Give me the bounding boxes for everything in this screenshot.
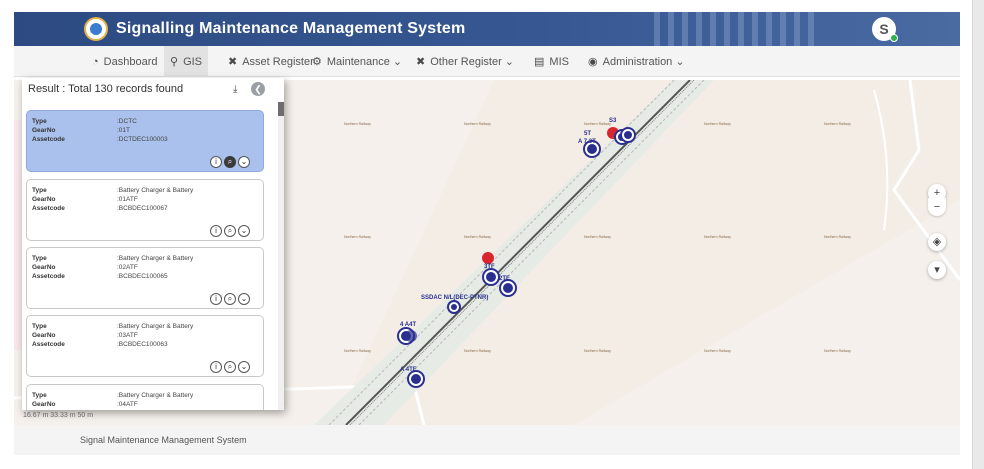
tools-icon: ✖	[416, 56, 426, 68]
zoom-out-button[interactable]: −	[928, 198, 946, 216]
region-label: Northern Railway	[344, 349, 371, 353]
app-footer: Signal Maintenance Management System	[14, 425, 960, 455]
region-label: Northern Railway	[344, 235, 371, 239]
zoom-to-icon[interactable]: ⌕	[224, 361, 236, 373]
admin-icon: ◉	[588, 56, 598, 68]
marker-label: 5T	[584, 131, 591, 137]
nav-maintenance[interactable]: ⚙ Maintenance ⌄	[306, 46, 408, 77]
region-label: Northern Railway	[704, 122, 731, 126]
marker-label: A 4TF	[400, 367, 417, 373]
nav-other-register[interactable]: ✖ Other Register ⌄	[410, 46, 520, 77]
page-scrollbar[interactable]	[972, 0, 984, 469]
region-label: Northern Railway	[464, 235, 491, 239]
marker-label: SSDAC N/L(DEC-PTNR)	[421, 295, 488, 301]
region-label: Northern Railway	[584, 349, 611, 353]
expand-icon[interactable]: ⌄	[238, 156, 250, 168]
expand-icon[interactable]: ⌄	[238, 361, 250, 373]
results-scrollbar[interactable]	[278, 102, 284, 410]
result-card[interactable]: Type:Battery Charger & Battery GearNo:03…	[26, 315, 264, 377]
nav-gis[interactable]: ⚲ GIS	[164, 46, 209, 77]
region-label: Northern Railway	[464, 122, 491, 126]
expand-icon[interactable]: ⌄	[238, 293, 250, 305]
info-icon[interactable]: i	[210, 293, 222, 305]
result-card[interactable]: Type:Battery Charger & Battery GearNo:02…	[26, 247, 264, 309]
asset-marker-a4tf[interactable]	[407, 370, 425, 388]
main-nav: ◔ Dashboard ⚲ GIS ✖ Asset Register ⚙ Mainten…	[14, 46, 960, 77]
filter-icon[interactable]: ▾	[928, 261, 946, 279]
railway-logo-icon	[84, 17, 108, 41]
footer-text: Signal Maintenance Management System	[80, 435, 247, 445]
result-card[interactable]: Type:Battery Charger & Battery GearNo:01…	[26, 179, 264, 241]
marker-label: 2TF	[499, 276, 510, 282]
dashboard-icon: ◔	[92, 55, 99, 68]
nav-mis[interactable]: ▤ MIS	[528, 46, 575, 77]
nav-administration[interactable]: ◉ Administration ⌄	[582, 46, 691, 77]
app-title: Signalling Maintenance Management System	[116, 20, 466, 37]
download-icon[interactable]: ⤓	[233, 84, 237, 95]
nav-dashboard[interactable]: ◔ Dashboard	[86, 46, 163, 77]
expand-icon[interactable]: ⌄	[238, 225, 250, 237]
marker-label: 4 A4T	[400, 322, 416, 328]
region-label: Northern Railway	[704, 349, 731, 353]
layers-icon[interactable]: ◈	[928, 233, 946, 251]
zoom-to-icon[interactable]: ⌕	[224, 156, 236, 168]
region-label: Northern Railway	[584, 235, 611, 239]
tools-icon: ✖	[228, 56, 238, 68]
region-label: Northern Railway	[464, 349, 491, 353]
region-label: Northern Railway	[824, 349, 851, 353]
region-label: Northern Railway	[344, 122, 371, 126]
marker-label: 3TF	[484, 264, 495, 270]
region-label: Northern Railway	[584, 122, 611, 126]
result-card[interactable]: Type:DCTC GearNo:01T Assetcode:DCTDEC100…	[26, 110, 264, 172]
header-banner-image	[654, 12, 814, 46]
zoom-to-icon[interactable]: ⌕	[224, 225, 236, 237]
marker-label: A 7 3T	[578, 139, 596, 145]
asset-marker-2tf[interactable]	[499, 279, 517, 297]
info-icon[interactable]: i	[210, 361, 222, 373]
region-label: Northern Railway	[824, 122, 851, 126]
app-header: Signalling Maintenance Management System…	[14, 12, 960, 46]
report-icon: ▤	[534, 56, 545, 68]
online-status-icon	[890, 34, 898, 42]
zoom-to-icon[interactable]: ⌕	[224, 293, 236, 305]
map-scale: 16.67 m 33.33 m 50 m	[23, 412, 94, 419]
back-icon[interactable]: ❮	[251, 82, 265, 96]
region-label: Northern Railway	[824, 235, 851, 239]
app-window: Signalling Maintenance Management System…	[0, 0, 972, 469]
region-label: Northern Railway	[704, 235, 731, 239]
map-pin-icon: ⚲	[170, 56, 179, 68]
gear-icon: ⚙	[312, 56, 322, 68]
user-avatar[interactable]: S	[872, 17, 898, 42]
info-icon[interactable]: i	[210, 156, 222, 168]
results-panel: Result : Total 130 records found ⤓ ❮ Typ…	[22, 78, 284, 410]
results-summary: Result : Total 130 records found	[28, 83, 184, 95]
asset-marker-ssdac[interactable]	[447, 300, 461, 314]
result-card[interactable]: Type:Battery Charger & Battery GearNo:04…	[26, 384, 264, 410]
info-icon[interactable]: i	[210, 225, 222, 237]
